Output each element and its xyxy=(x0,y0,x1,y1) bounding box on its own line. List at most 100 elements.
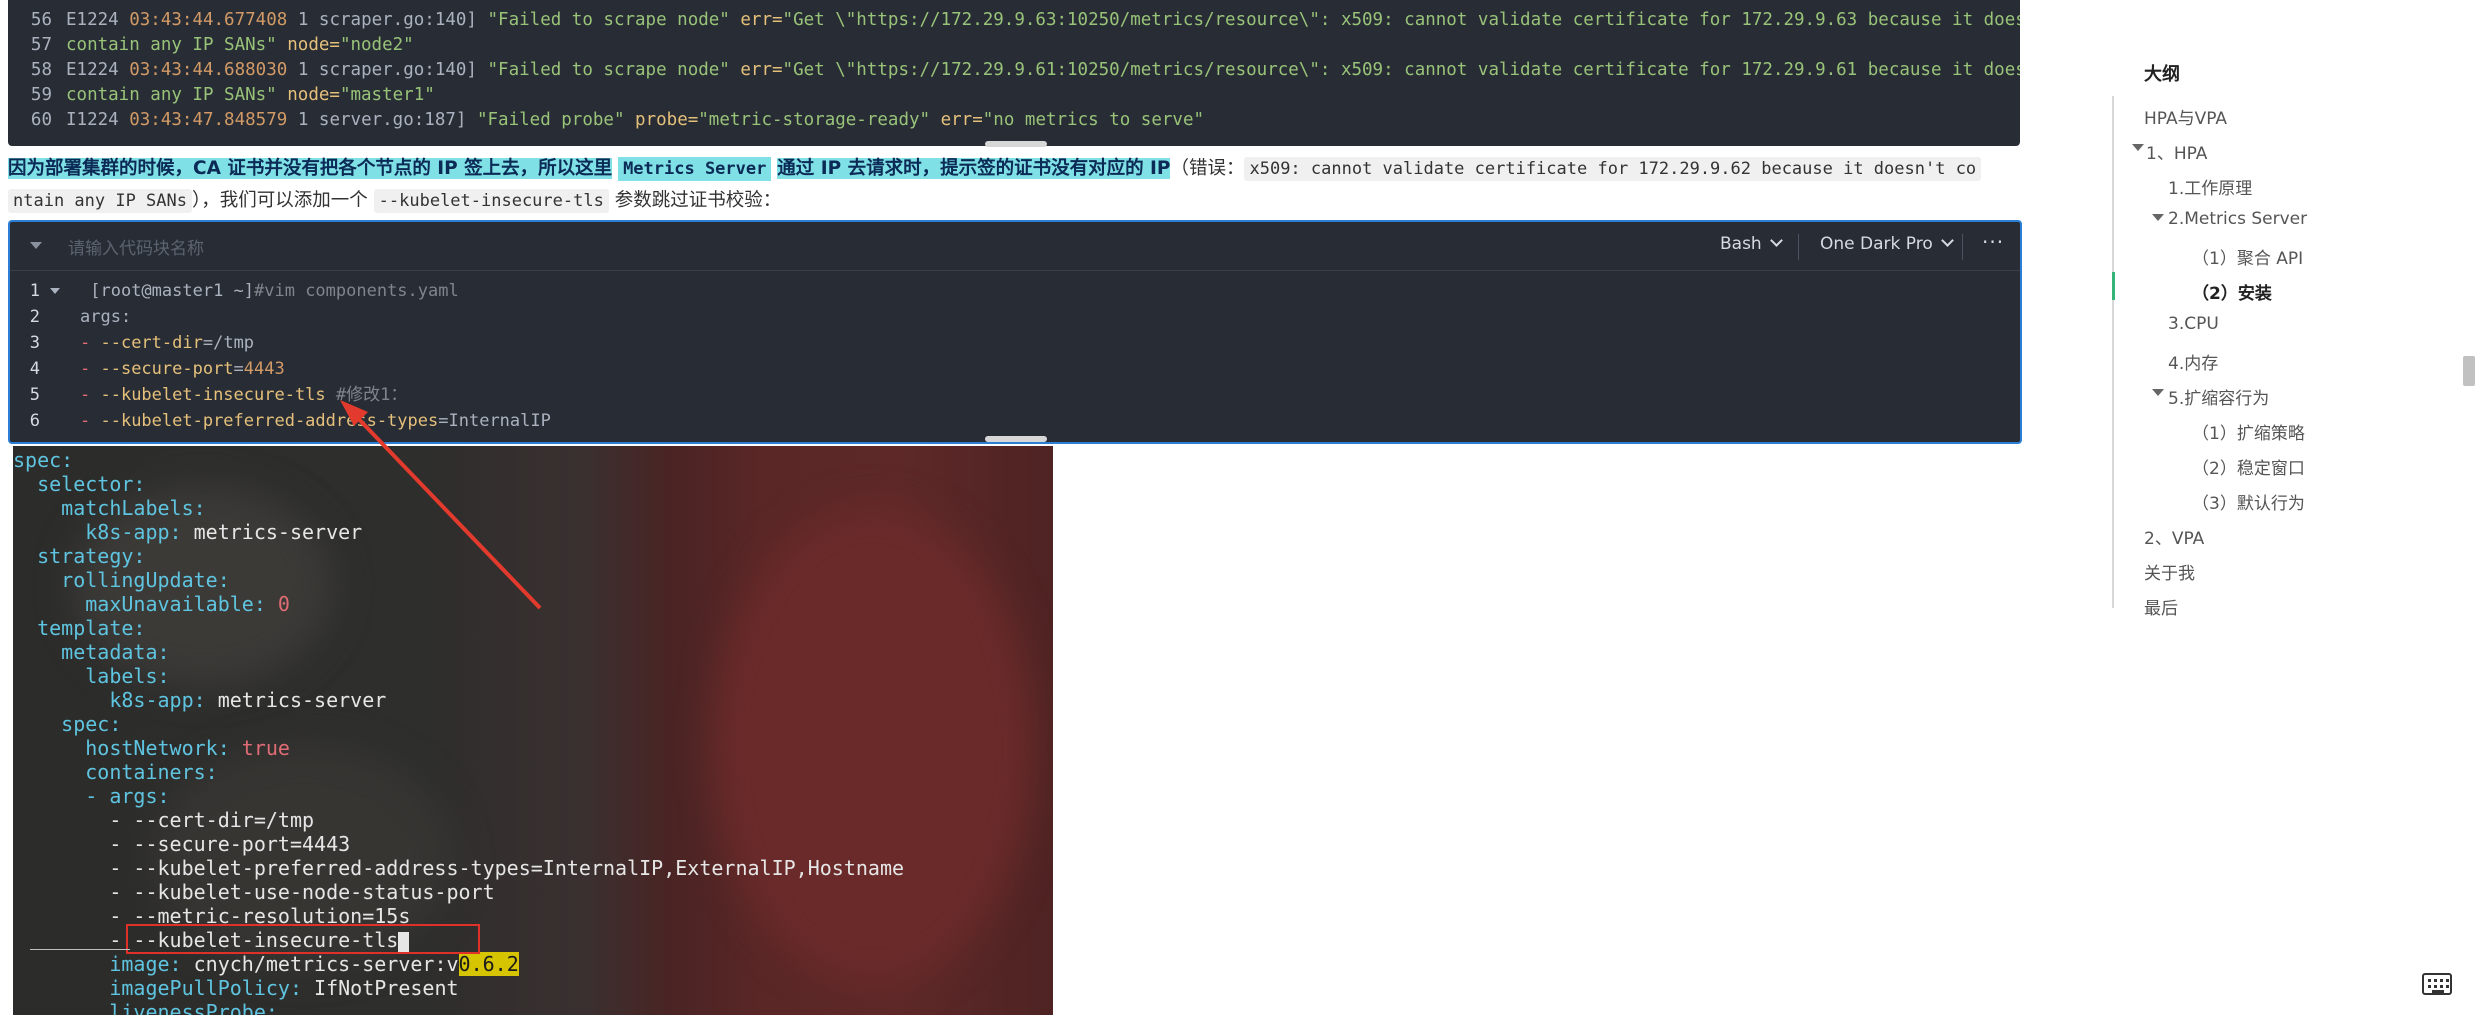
yaml-line: - --cert-dir=/tmp xyxy=(13,808,314,832)
code-text: args: xyxy=(80,307,132,327)
yaml-key: strategy: xyxy=(37,544,146,568)
line-number: 60 xyxy=(30,110,52,130)
outline-item[interactable]: （1）聚合 API xyxy=(2192,244,2303,269)
yaml-line: strategy: xyxy=(13,544,145,568)
inline-code: --kubelet-insecure-tls xyxy=(373,189,609,213)
yaml-line: rollingUpdate: xyxy=(13,568,230,592)
log-level: I1224 xyxy=(66,110,119,130)
line-number: 57 xyxy=(30,35,52,55)
code-block-editor[interactable]: 请输入代码块名称 Bash One Dark Pro ··· 1 [root@m… xyxy=(8,220,2022,444)
log-cont: contain any IP SANs" xyxy=(66,35,277,55)
yaml-line: hostNetwork: true xyxy=(13,736,290,760)
code-line: 1 [root@master1 ~]#vim components.yaml xyxy=(10,278,459,304)
yaml-arg: - --secure-port=4443 xyxy=(109,832,351,856)
inline-code: x509: cannot validate certificate for 17… xyxy=(1244,157,1982,181)
log-pid: 1 xyxy=(297,10,309,30)
code-value: /tmp xyxy=(213,333,255,353)
yaml-key: hostNetwork: xyxy=(85,736,230,760)
outline-item[interactable]: 关于我 xyxy=(2144,559,2195,584)
yaml-line: - --secure-port=4443 xyxy=(13,832,350,856)
log-level: E1224 xyxy=(66,10,119,30)
code-line: 6 - --kubelet-preferred-address-types=Int… xyxy=(10,408,551,434)
inline-code: Metrics Server xyxy=(618,157,772,181)
yaml-key: rollingUpdate: xyxy=(61,568,230,592)
outline-rail xyxy=(2112,96,2114,608)
code-block-name-input[interactable]: 请输入代码块名称 xyxy=(68,234,204,259)
yaml-key: spec: xyxy=(61,712,122,736)
outline-item[interactable]: （2）稳定窗口 xyxy=(2192,454,2305,479)
paragraph: 因为部署集群的时候，CA 证书并没有把各个节点的 IP 签上去，所以这里 Met… xyxy=(8,153,2020,217)
outline-item[interactable]: 2.Metrics Server xyxy=(2168,209,2307,229)
embedded-screenshot: spec: selector: matchLabels: k8s-app: me… xyxy=(13,446,1053,1015)
scrollbar-thumb[interactable] xyxy=(2463,356,2475,386)
resize-handle[interactable] xyxy=(985,141,1047,147)
code-dash: - xyxy=(80,411,101,431)
resize-handle[interactable] xyxy=(985,436,1047,442)
log-err: "Get \"https://172.29.9.61:10250/metrics… xyxy=(782,60,2020,80)
outline-item[interactable]: 最后 xyxy=(2144,594,2178,619)
yaml-value: true xyxy=(241,736,290,760)
code-eq: = xyxy=(233,359,244,379)
outline-item[interactable]: 4.内存 xyxy=(2168,349,2218,374)
log-src: scraper.go:140] xyxy=(318,10,477,30)
log-level: E1224 xyxy=(66,60,119,80)
yaml-key: k8s-app: xyxy=(85,520,182,544)
outline-item[interactable]: （3）默认行为 xyxy=(2192,489,2305,514)
outline-item[interactable]: 3.CPU xyxy=(2168,314,2219,334)
outline-item[interactable]: 2、VPA xyxy=(2144,524,2204,549)
outline-item[interactable]: HPA与VPA xyxy=(2144,104,2227,129)
fold-icon[interactable] xyxy=(50,288,60,294)
line-number: 4 xyxy=(29,359,40,379)
outline-item[interactable]: 5.扩缩容行为 xyxy=(2168,384,2269,409)
annotation-highlight-box xyxy=(126,924,480,954)
yaml-line: k8s-app: metrics-server xyxy=(13,520,362,544)
collapse-icon[interactable] xyxy=(2152,389,2164,396)
highlight-text: 因为部署集群的时候，CA 证书并没有把各个节点的 IP 签上去，所以这里 xyxy=(8,158,613,179)
yaml-key: maxUnavailable: xyxy=(85,592,266,616)
code-option: --cert-dir xyxy=(100,333,203,353)
yaml-arg: - --kubelet-use-node-status-port xyxy=(109,880,495,904)
collapse-icon[interactable] xyxy=(2152,214,2164,221)
yaml-arg: - --kubelet-preferred-address-types=Inte… xyxy=(109,856,905,880)
yaml-key: - args: xyxy=(85,784,170,808)
outline-item[interactable]: 1.工作原理 xyxy=(2168,174,2252,199)
yaml-value: IfNotPresent xyxy=(314,976,459,1000)
log-msg: "Failed probe" xyxy=(476,110,625,130)
code-dash: - xyxy=(80,385,101,405)
yaml-line: - --kubelet-use-node-status-port xyxy=(13,880,495,904)
log-line: 60 I1224 03:43:47.848579 1 server.go:187]… xyxy=(8,108,1204,133)
collapse-icon[interactable] xyxy=(2132,144,2144,151)
keyboard-icon[interactable] xyxy=(2422,973,2452,995)
log-probe: "metric-storage-ready" xyxy=(698,110,931,130)
yaml-line: maxUnavailable: 0 xyxy=(13,592,290,616)
yaml-line: image: cnych/metrics-server:v0.6.2 xyxy=(13,952,519,976)
log-key: err= xyxy=(740,60,783,80)
chevron-down-icon xyxy=(1769,234,1783,247)
yaml-line: labels: xyxy=(13,664,169,688)
outline-title: 大纲 xyxy=(2144,64,2180,85)
theme-select[interactable]: One Dark Pro xyxy=(1820,234,1954,254)
language-label: Bash xyxy=(1720,234,1762,254)
log-err: "Get \"https://172.29.9.63:10250/metrics… xyxy=(782,10,2020,30)
yaml-arg: - --cert-dir=/tmp xyxy=(109,808,315,832)
log-time: 03:43:44.688030 xyxy=(129,60,288,80)
code-dash: - xyxy=(80,359,101,379)
paragraph-text: ），我们可以添加一个 xyxy=(192,190,368,211)
outline-item[interactable]: （1）扩缩策略 xyxy=(2192,419,2305,444)
language-select[interactable]: Bash xyxy=(1720,234,1783,254)
more-options-button[interactable]: ··· xyxy=(1982,230,2004,254)
code-eq: = xyxy=(202,333,214,353)
toolbar-divider xyxy=(1962,234,1963,260)
log-code-block: 56 E1224 03:43:44.677408 1 scraper.go:140… xyxy=(8,0,2020,146)
code-block-toolbar: 请输入代码块名称 Bash One Dark Pro ··· xyxy=(10,222,2020,271)
outline-item[interactable]: 1、HPA xyxy=(2146,139,2207,164)
log-time: 03:43:47.848579 xyxy=(129,110,288,130)
outline-item-active[interactable]: （2）安装 xyxy=(2192,279,2272,304)
collapse-icon[interactable] xyxy=(30,242,42,249)
yaml-key: metadata: xyxy=(61,640,170,664)
yaml-value: metrics-server xyxy=(217,688,387,712)
yaml-line: matchLabels: xyxy=(13,496,206,520)
yaml-value: cnych/metrics-server:v xyxy=(193,952,459,976)
yaml-key: selector: xyxy=(37,472,146,496)
log-src: scraper.go:140] xyxy=(318,60,477,80)
